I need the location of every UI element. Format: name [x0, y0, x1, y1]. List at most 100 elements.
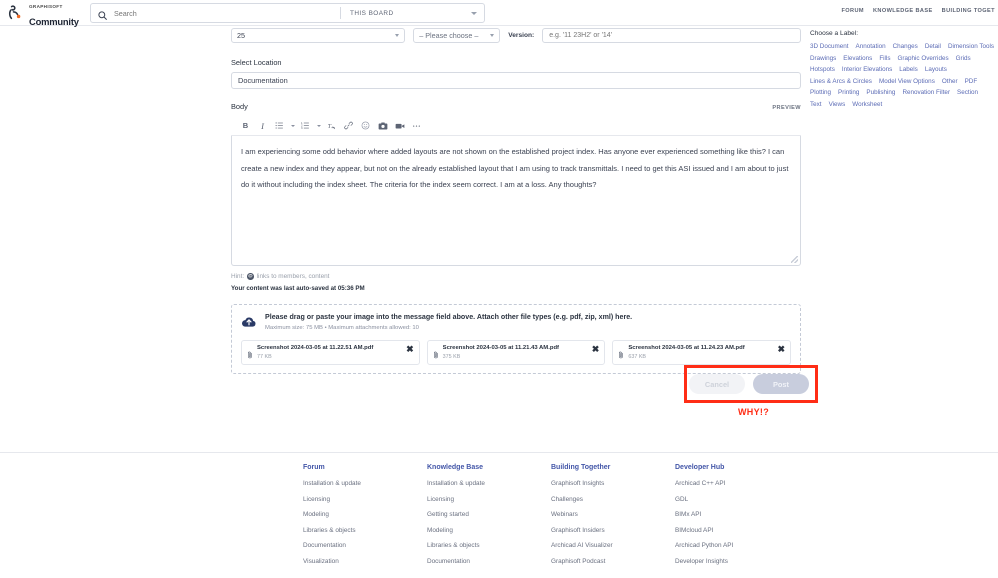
footer-link[interactable]: Installation & update: [303, 480, 427, 487]
search-divider: [340, 7, 341, 19]
footer-link[interactable]: Visualization: [303, 558, 427, 565]
label-printing[interactable]: Printing: [838, 87, 859, 99]
label-detail[interactable]: Detail: [925, 41, 941, 53]
label-grids[interactable]: Grids: [956, 53, 971, 65]
footer-link[interactable]: Archicad C++ API: [675, 480, 799, 487]
more-options-icon[interactable]: [408, 117, 425, 134]
cancel-button[interactable]: Cancel: [689, 374, 745, 394]
label-drawings[interactable]: Drawings: [810, 53, 836, 65]
location-label: Select Location: [231, 58, 282, 67]
footer-link[interactable]: Licensing: [303, 496, 427, 503]
footer-link[interactable]: Libraries & objects: [427, 542, 551, 549]
label-changes[interactable]: Changes: [893, 41, 918, 53]
footer-link[interactable]: Modeling: [303, 511, 427, 518]
footer-link[interactable]: Installation & update: [427, 480, 551, 487]
footer-link[interactable]: Libraries & objects: [303, 527, 427, 534]
label-views[interactable]: Views: [829, 99, 846, 111]
label-annotation[interactable]: Annotation: [856, 41, 886, 53]
footer-link[interactable]: Modeling: [427, 527, 551, 534]
label-dimension-tools[interactable]: Dimension Tools: [948, 41, 994, 53]
label-fills[interactable]: Fills: [879, 53, 890, 65]
editor-resize-handle[interactable]: [791, 256, 798, 263]
footer-link[interactable]: Archicad Python API: [675, 542, 799, 549]
close-icon[interactable]: ✖: [592, 345, 600, 354]
close-icon[interactable]: ✖: [406, 345, 414, 354]
footer-link[interactable]: Getting started: [427, 511, 551, 518]
footer-link[interactable]: Documentation: [303, 542, 427, 549]
label-labels[interactable]: Labels: [899, 64, 918, 76]
body-text: I am experiencing some odd behavior wher…: [241, 147, 789, 189]
label-3d-document[interactable]: 3D Document: [810, 41, 849, 53]
nav-item-building-together[interactable]: BUILDING TOGET: [942, 8, 995, 14]
italic-icon[interactable]: I: [254, 117, 271, 134]
footer-link[interactable]: Developer Insights: [675, 558, 799, 565]
body-editor[interactable]: I am experiencing some odd behavior wher…: [231, 136, 801, 266]
footer-link[interactable]: GDL: [675, 496, 799, 503]
editor-toolbar: B I 1 2 3 T: [231, 116, 801, 136]
location-select-value: Documentation: [238, 76, 288, 85]
quantity-select-value: 25: [237, 30, 245, 40]
search-input[interactable]: [114, 8, 324, 18]
footer-link[interactable]: Graphisoft Insights: [551, 480, 675, 487]
bold-icon[interactable]: B: [237, 117, 254, 134]
attachment-item[interactable]: Screenshot 2024-03-05 at 11.22.51 AM.pdf…: [241, 340, 420, 365]
footer-link[interactable]: Graphisoft Podcast: [551, 558, 675, 565]
quantity-select[interactable]: 25: [231, 27, 406, 43]
attachment-item[interactable]: Screenshot 2024-03-05 at 11.21.43 AM.pdf…: [426, 340, 606, 365]
numbered-list-icon[interactable]: 1 2 3: [297, 117, 314, 134]
image-icon[interactable]: [374, 117, 391, 134]
label-renovation-filter[interactable]: Renovation Filter: [902, 87, 950, 99]
attachment-dropzone[interactable]: Please drag or paste your image into the…: [231, 304, 801, 374]
attachment-name: Screenshot 2024-03-05 at 11.21.43 AM.pdf: [442, 345, 560, 351]
nav-item-forum[interactable]: FORUM: [841, 8, 864, 14]
post-editor-form: 25 – Please choose – Version: Select Loc…: [231, 26, 801, 374]
search-icon: [97, 8, 108, 20]
label-list: 3D Document Annotation Changes Detail Di…: [810, 41, 996, 110]
version-input[interactable]: [542, 27, 801, 43]
search-scope-label[interactable]: THIS BOARD: [350, 10, 471, 17]
label-other[interactable]: Other: [942, 76, 958, 88]
attachment-name: Screenshot 2024-03-05 at 11.24.23 AM.pdf: [628, 345, 745, 351]
label-layouts[interactable]: Layouts: [925, 64, 947, 76]
footer-link[interactable]: Webinars: [551, 511, 675, 518]
footer-column-building-together: Building Together Graphisoft Insights Ch…: [551, 464, 675, 573]
label-interior-elevations[interactable]: Interior Elevations: [842, 64, 892, 76]
label-text[interactable]: Text: [810, 99, 822, 111]
footer-link[interactable]: BIMcloud API: [675, 527, 799, 534]
footer-link[interactable]: BIMx API: [675, 511, 799, 518]
label-model-view-options[interactable]: Model View Options: [879, 76, 935, 88]
dropzone-subtitle: Maximum size: 75 MB • Maximum attachment…: [265, 325, 419, 331]
label-section[interactable]: Section: [957, 87, 978, 99]
chevron-down-icon[interactable]: [471, 11, 477, 15]
footer-link[interactable]: Archicad AI Visualizer: [551, 542, 675, 549]
footer-link[interactable]: Graphisoft Insiders: [551, 527, 675, 534]
label-lines-arcs-circles[interactable]: Lines & Arcs & Circles: [810, 76, 872, 88]
label-pdf[interactable]: PDF: [965, 76, 978, 88]
label-graphic-overrides[interactable]: Graphic Overrides: [898, 53, 949, 65]
close-icon[interactable]: ✖: [777, 345, 785, 354]
clear-formatting-icon[interactable]: T: [323, 117, 340, 134]
preview-button[interactable]: PREVIEW: [772, 105, 801, 111]
search-bar[interactable]: THIS BOARD: [90, 3, 485, 23]
footer-link[interactable]: Documentation: [427, 558, 551, 565]
link-icon[interactable]: [340, 117, 357, 134]
label-worksheet[interactable]: Worksheet: [852, 99, 882, 111]
cloud-upload-icon: [241, 314, 257, 330]
attachment-item[interactable]: Screenshot 2024-03-05 at 11.24.23 AM.pdf…: [612, 340, 792, 365]
emoji-icon[interactable]: [357, 117, 374, 134]
video-icon[interactable]: [391, 117, 408, 134]
footer-link[interactable]: Challenges: [551, 496, 675, 503]
label-plotting[interactable]: Plotting: [810, 87, 831, 99]
footer-link[interactable]: Licensing: [427, 496, 551, 503]
choose-select[interactable]: – Please choose –: [413, 27, 501, 43]
nav-item-knowledge-base[interactable]: KNOWLEDGE BASE: [873, 8, 933, 14]
post-button[interactable]: Post: [753, 374, 809, 394]
label-elevations[interactable]: Elevations: [843, 53, 872, 65]
bullet-list-icon[interactable]: [271, 117, 288, 134]
site-logo[interactable]: GRAPHISOFT Community: [0, 0, 82, 29]
numbered-list-caret-icon[interactable]: [314, 117, 323, 134]
label-hotspots[interactable]: Hotspots: [810, 64, 835, 76]
location-select[interactable]: Documentation: [231, 72, 801, 89]
label-publishing[interactable]: Publishing: [866, 87, 895, 99]
bullet-list-caret-icon[interactable]: [288, 117, 297, 134]
